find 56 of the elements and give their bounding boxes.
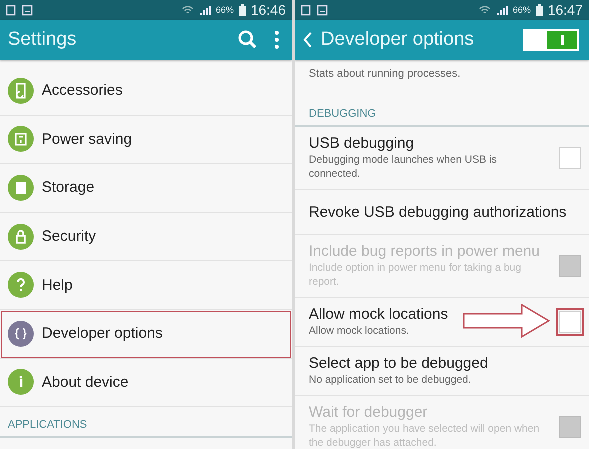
toggle-switch[interactable] [523, 29, 579, 51]
signal-icon [496, 4, 508, 16]
checkbox[interactable] [559, 147, 581, 169]
bar-icon [560, 35, 564, 45]
option-title: Select app to be debugged [309, 354, 488, 372]
battery-icon [238, 4, 246, 16]
item-label: Accessories [42, 82, 123, 100]
option-subtitle: No application set to be debugged. [309, 374, 472, 388]
settings-item[interactable]: Storage [0, 164, 292, 213]
left-battery-percent: 66% [216, 5, 234, 15]
option-title: Revoke USB debugging authorizations [309, 204, 567, 220]
screen-title: Settings [8, 29, 78, 51]
option-subtitle: Stats about running processes. [308, 67, 462, 80]
clock-time: 16:47 [548, 2, 583, 18]
option-subtitle: The application you have selected will open when the debugger has attached. [309, 423, 541, 449]
option-subtitle: Debugging mode launches when USB is connected. [309, 154, 498, 181]
right-battery-percent: 66% [512, 5, 531, 15]
arrow-icon [463, 304, 551, 338]
option-title: Allow mock locations [309, 306, 448, 323]
settings-item[interactable]: Help [0, 261, 292, 310]
screen-title: Developer options [321, 29, 476, 51]
item-label: Developer options [42, 325, 163, 342]
option-title: USB debugging [309, 135, 414, 152]
item-label: Help [42, 276, 73, 294]
option-row[interactable]: Select app to be debugged No application set to be debugged. [295, 347, 589, 396]
battery-icon [536, 4, 543, 16]
more-vertical-icon [274, 30, 280, 50]
item-label: Storage [42, 179, 95, 196]
item-label: About device [42, 374, 129, 391]
section-header: APPLICATIONS [0, 407, 292, 438]
option-row[interactable]: Revoke USB debugging authorizations [295, 190, 589, 235]
option-subtitle: Allow mock locations. [309, 324, 410, 338]
item-label: Power saving [42, 130, 132, 148]
settings-item[interactable]: Security [0, 212, 292, 262]
option-title: Include bug reports in power menu [309, 243, 540, 260]
notification-icon [6, 4, 17, 16]
image-icon [22, 4, 33, 16]
item-label: Security [42, 228, 96, 246]
search-icon [238, 30, 258, 50]
option-title: Wait for debugger [309, 404, 428, 422]
clock-time: 16:46 [250, 2, 286, 18]
settings-item[interactable]: Accessories [0, 67, 292, 116]
settings-item[interactable]: Developer options [0, 310, 292, 359]
image-icon [317, 4, 328, 16]
wifi-icon [182, 4, 194, 16]
option-row[interactable]: Allow mock locations Allow mock locations. [295, 298, 589, 347]
section-header: DEBUGGING [295, 80, 589, 127]
option-subtitle: Include option in power menu for taking a bug report. [309, 262, 522, 289]
wifi-icon [478, 4, 491, 16]
signal-icon [198, 4, 211, 16]
settings-item[interactable]: About device [0, 358, 292, 408]
settings-item[interactable]: Power saving [0, 116, 292, 164]
option-row[interactable]: USB debugging Debugging mode launches when USB is connected. [295, 127, 589, 190]
checkbox[interactable] [559, 311, 581, 333]
notification-icon [301, 4, 312, 16]
back-button[interactable] [303, 31, 313, 49]
